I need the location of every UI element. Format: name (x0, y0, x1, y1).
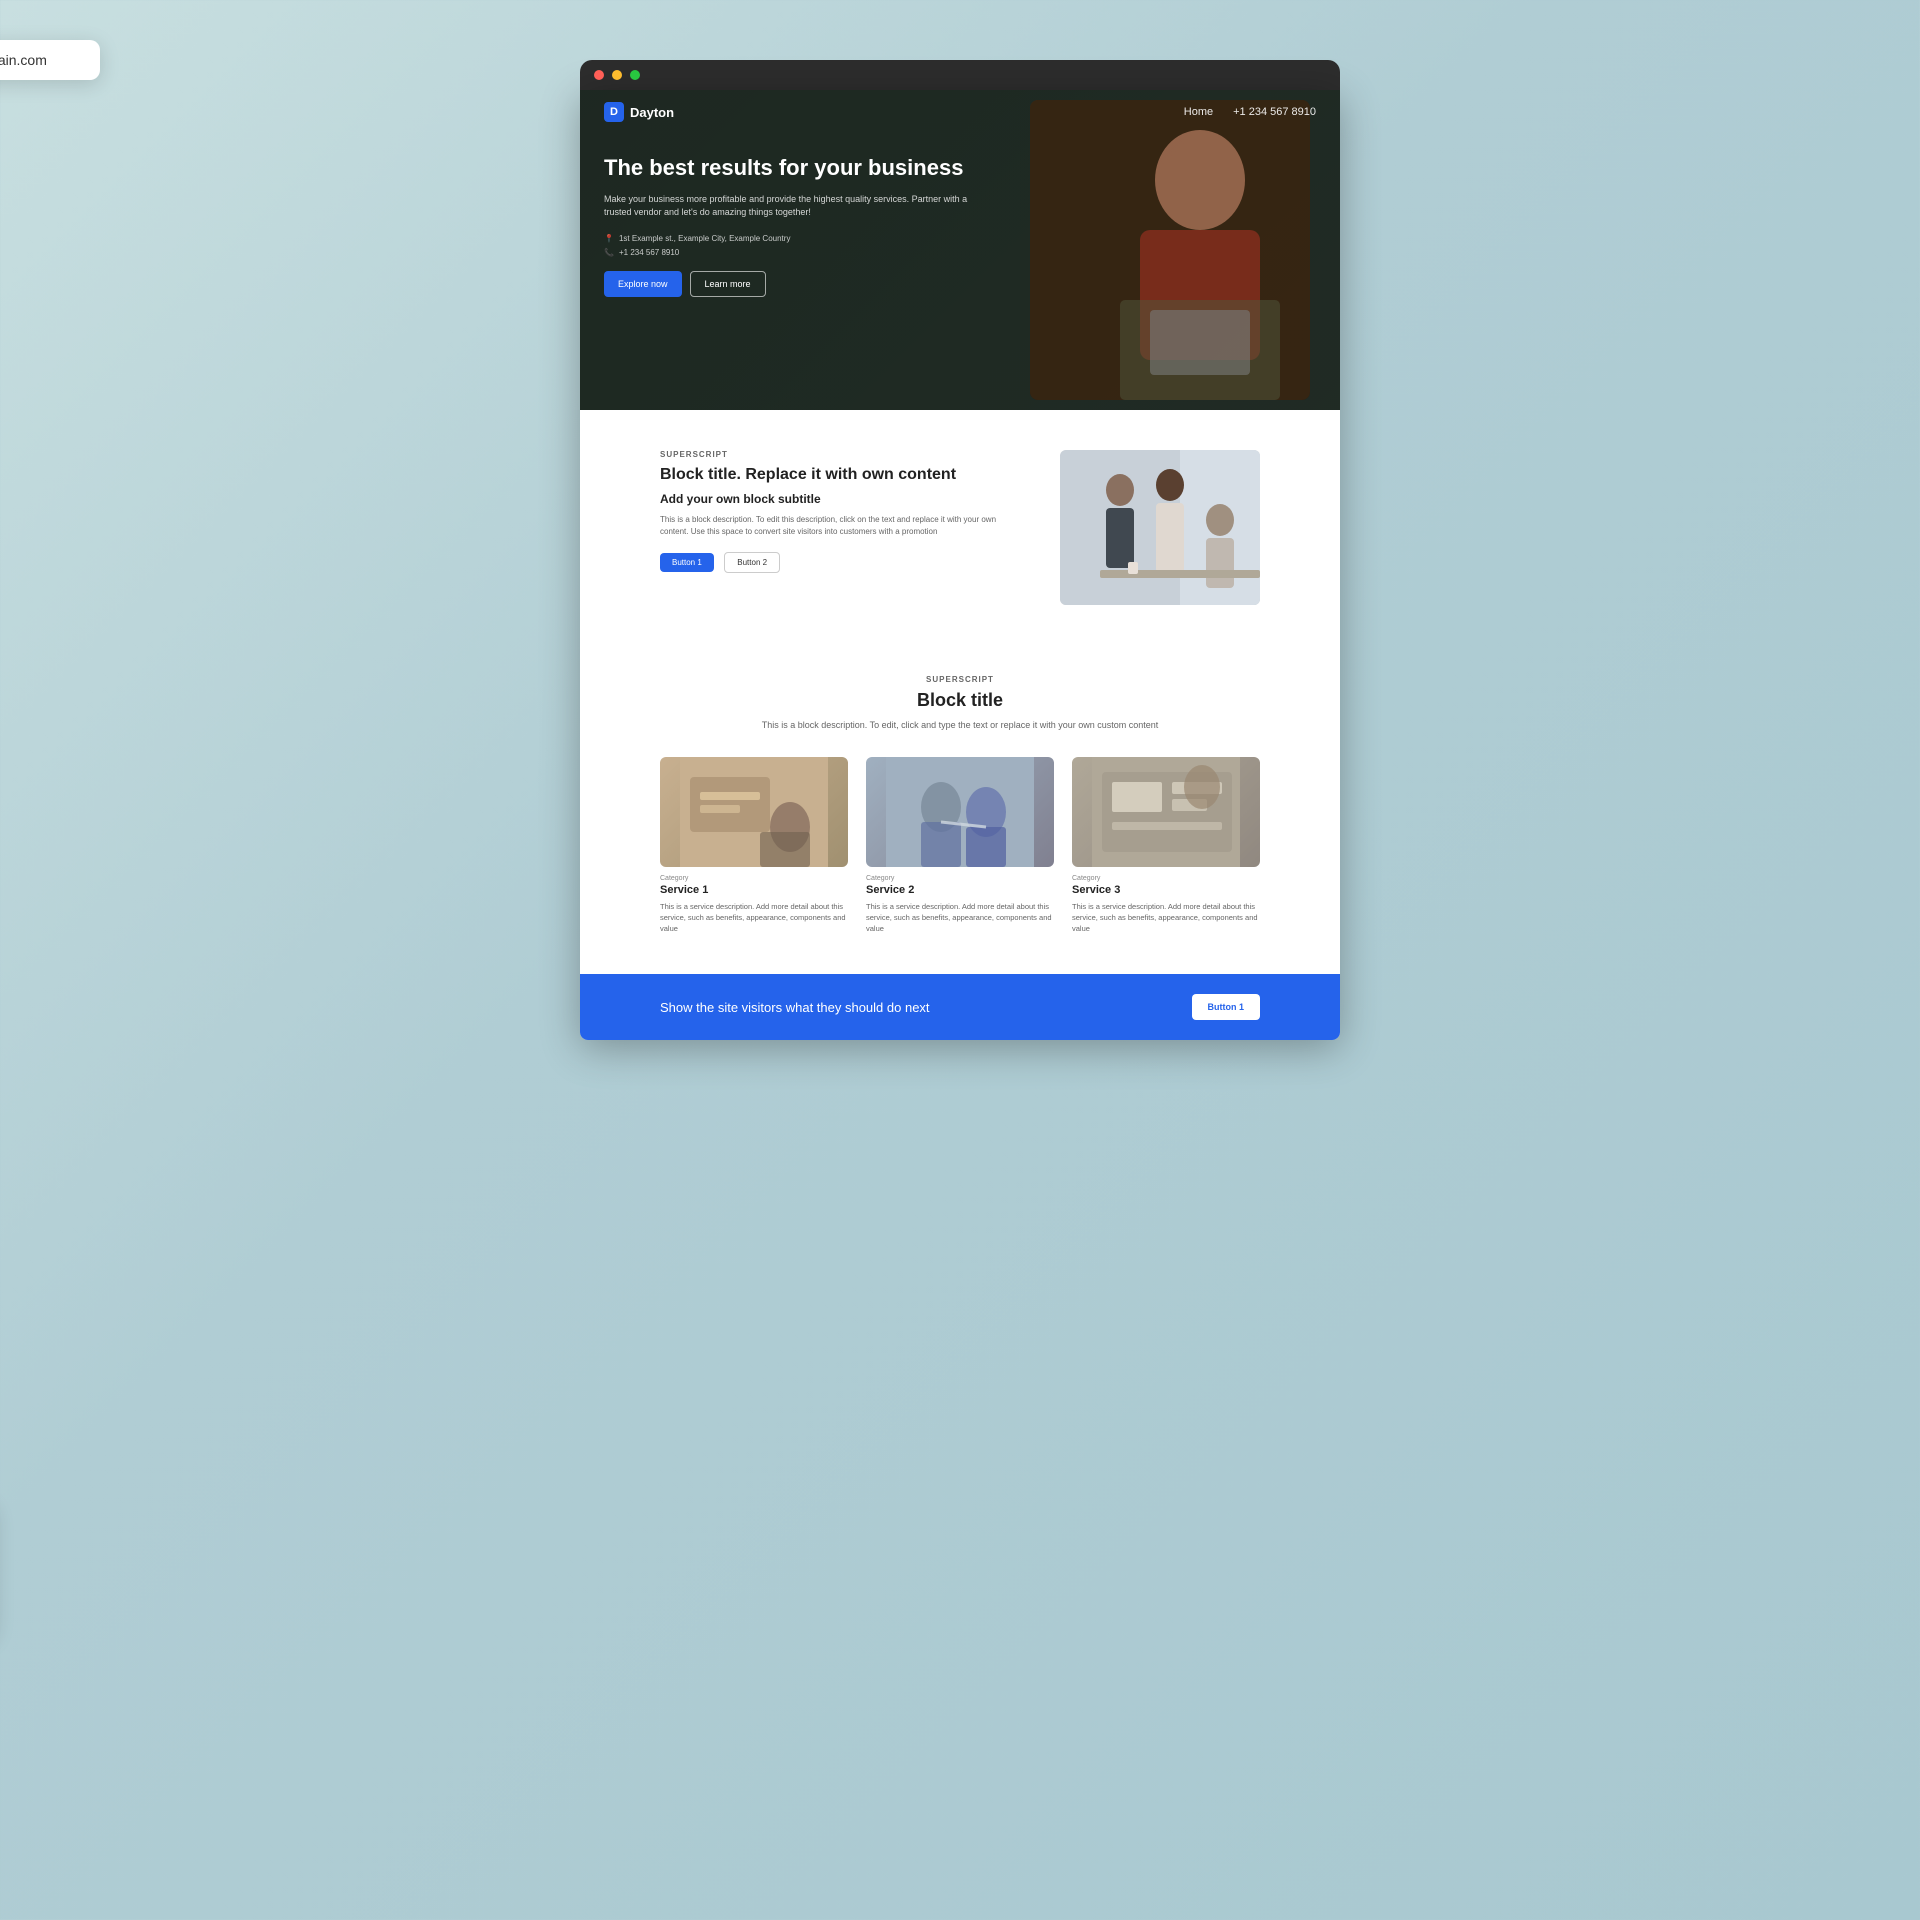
section1-buttons: Button 1 Button 2 (660, 552, 1020, 573)
hero-title: The best results for your business (604, 154, 974, 183)
service-card-2: Category Service 2 This is a service des… (866, 757, 1054, 935)
service3-description: This is a service description. Add more … (1072, 901, 1260, 935)
location-icon: 📍 (604, 234, 614, 243)
service-image-3 (1072, 757, 1260, 867)
browser-chrome (580, 60, 1340, 90)
hero-logo: D Dayton (604, 102, 674, 122)
hero-buttons: Explore now Learn more (604, 271, 974, 297)
service-image-2 (866, 757, 1054, 867)
phone-icon: 📞 (604, 248, 614, 257)
section1-superscript: SUPERSCRIPT (660, 450, 1020, 459)
section2-title: Block title (660, 690, 1260, 711)
section2-superscript: SUPERSCRIPT (660, 675, 1260, 684)
content-section-1: SUPERSCRIPT Block title. Replace it with… (580, 410, 1340, 645)
nav-phone: +1 234 567 8910 (1233, 106, 1316, 118)
explore-now-button[interactable]: Explore now (604, 271, 682, 297)
cta-text: Show the site visitors what they should … (660, 1000, 930, 1015)
browser-close-dot[interactable] (594, 70, 604, 80)
browser-maximize-dot[interactable] (630, 70, 640, 80)
service-image-1 (660, 757, 848, 867)
section1-button2[interactable]: Button 2 (724, 552, 780, 573)
services-grid: Category Service 1 This is a service des… (660, 757, 1260, 935)
nav-home[interactable]: Home (1184, 106, 1213, 118)
phone-text: +1 234 567 8910 (619, 248, 679, 257)
service1-name: Service 1 (660, 884, 848, 896)
content-left: SUPERSCRIPT Block title. Replace it with… (660, 450, 1020, 573)
url-bar: 🔒 https://www.yourdomain.com (0, 40, 100, 80)
browser-wrapper: D Dayton Home +1 234 567 8910 The best r… (580, 60, 1340, 1040)
team-photo (1060, 450, 1260, 605)
service2-name: Service 2 (866, 884, 1054, 896)
service1-description: This is a service description. Add more … (660, 901, 848, 935)
browser-minimize-dot[interactable] (612, 70, 622, 80)
hero-person-image (1030, 100, 1310, 400)
content-section-2: SUPERSCRIPT Block title This is a block … (580, 645, 1340, 974)
section1-subtitle: Add your own block subtitle (660, 492, 1020, 506)
service2-category: Category (866, 875, 1054, 882)
service-card-3: Category Service 3 This is a service des… (1072, 757, 1260, 935)
service-card-1: Category Service 1 This is a service des… (660, 757, 848, 935)
hero-nav-right: Home +1 234 567 8910 (1184, 106, 1316, 118)
service1-category: Category (660, 875, 848, 882)
section1-button1[interactable]: Button 1 (660, 553, 714, 572)
service2-description: This is a service description. Add more … (866, 901, 1054, 935)
website-content: D Dayton Home +1 234 567 8910 The best r… (580, 90, 1340, 1040)
team-image (1060, 450, 1260, 605)
hero-section: D Dayton Home +1 234 567 8910 The best r… (580, 90, 1340, 410)
cta-section: Show the site visitors what they should … (580, 974, 1340, 1040)
url-text: https://www.yourdomain.com (0, 52, 47, 68)
logo-text: Dayton (630, 105, 674, 120)
hero-address: 📍 1st Example st., Example City, Example… (604, 234, 974, 243)
section1-description: This is a block description. To edit thi… (660, 514, 1020, 538)
hero-phone: 📞 +1 234 567 8910 (604, 248, 974, 257)
hero-content: The best results for your business Make … (580, 134, 998, 327)
learn-more-button[interactable]: Learn more (690, 271, 766, 297)
cta-button[interactable]: Button 1 (1192, 994, 1261, 1020)
service3-name: Service 3 (1072, 884, 1260, 896)
section1-title: Block title. Replace it with own content (660, 465, 1020, 486)
logo-icon: D (604, 102, 624, 122)
address-text: 1st Example st., Example City, Example C… (619, 234, 790, 243)
person-silhouette (1030, 100, 1310, 400)
hero-description: Make your business more profitable and p… (604, 193, 974, 220)
section2-description: This is a block description. To edit, cl… (660, 719, 1260, 733)
service3-category: Category (1072, 875, 1260, 882)
hero-nav: D Dayton Home +1 234 567 8910 (580, 90, 1340, 134)
